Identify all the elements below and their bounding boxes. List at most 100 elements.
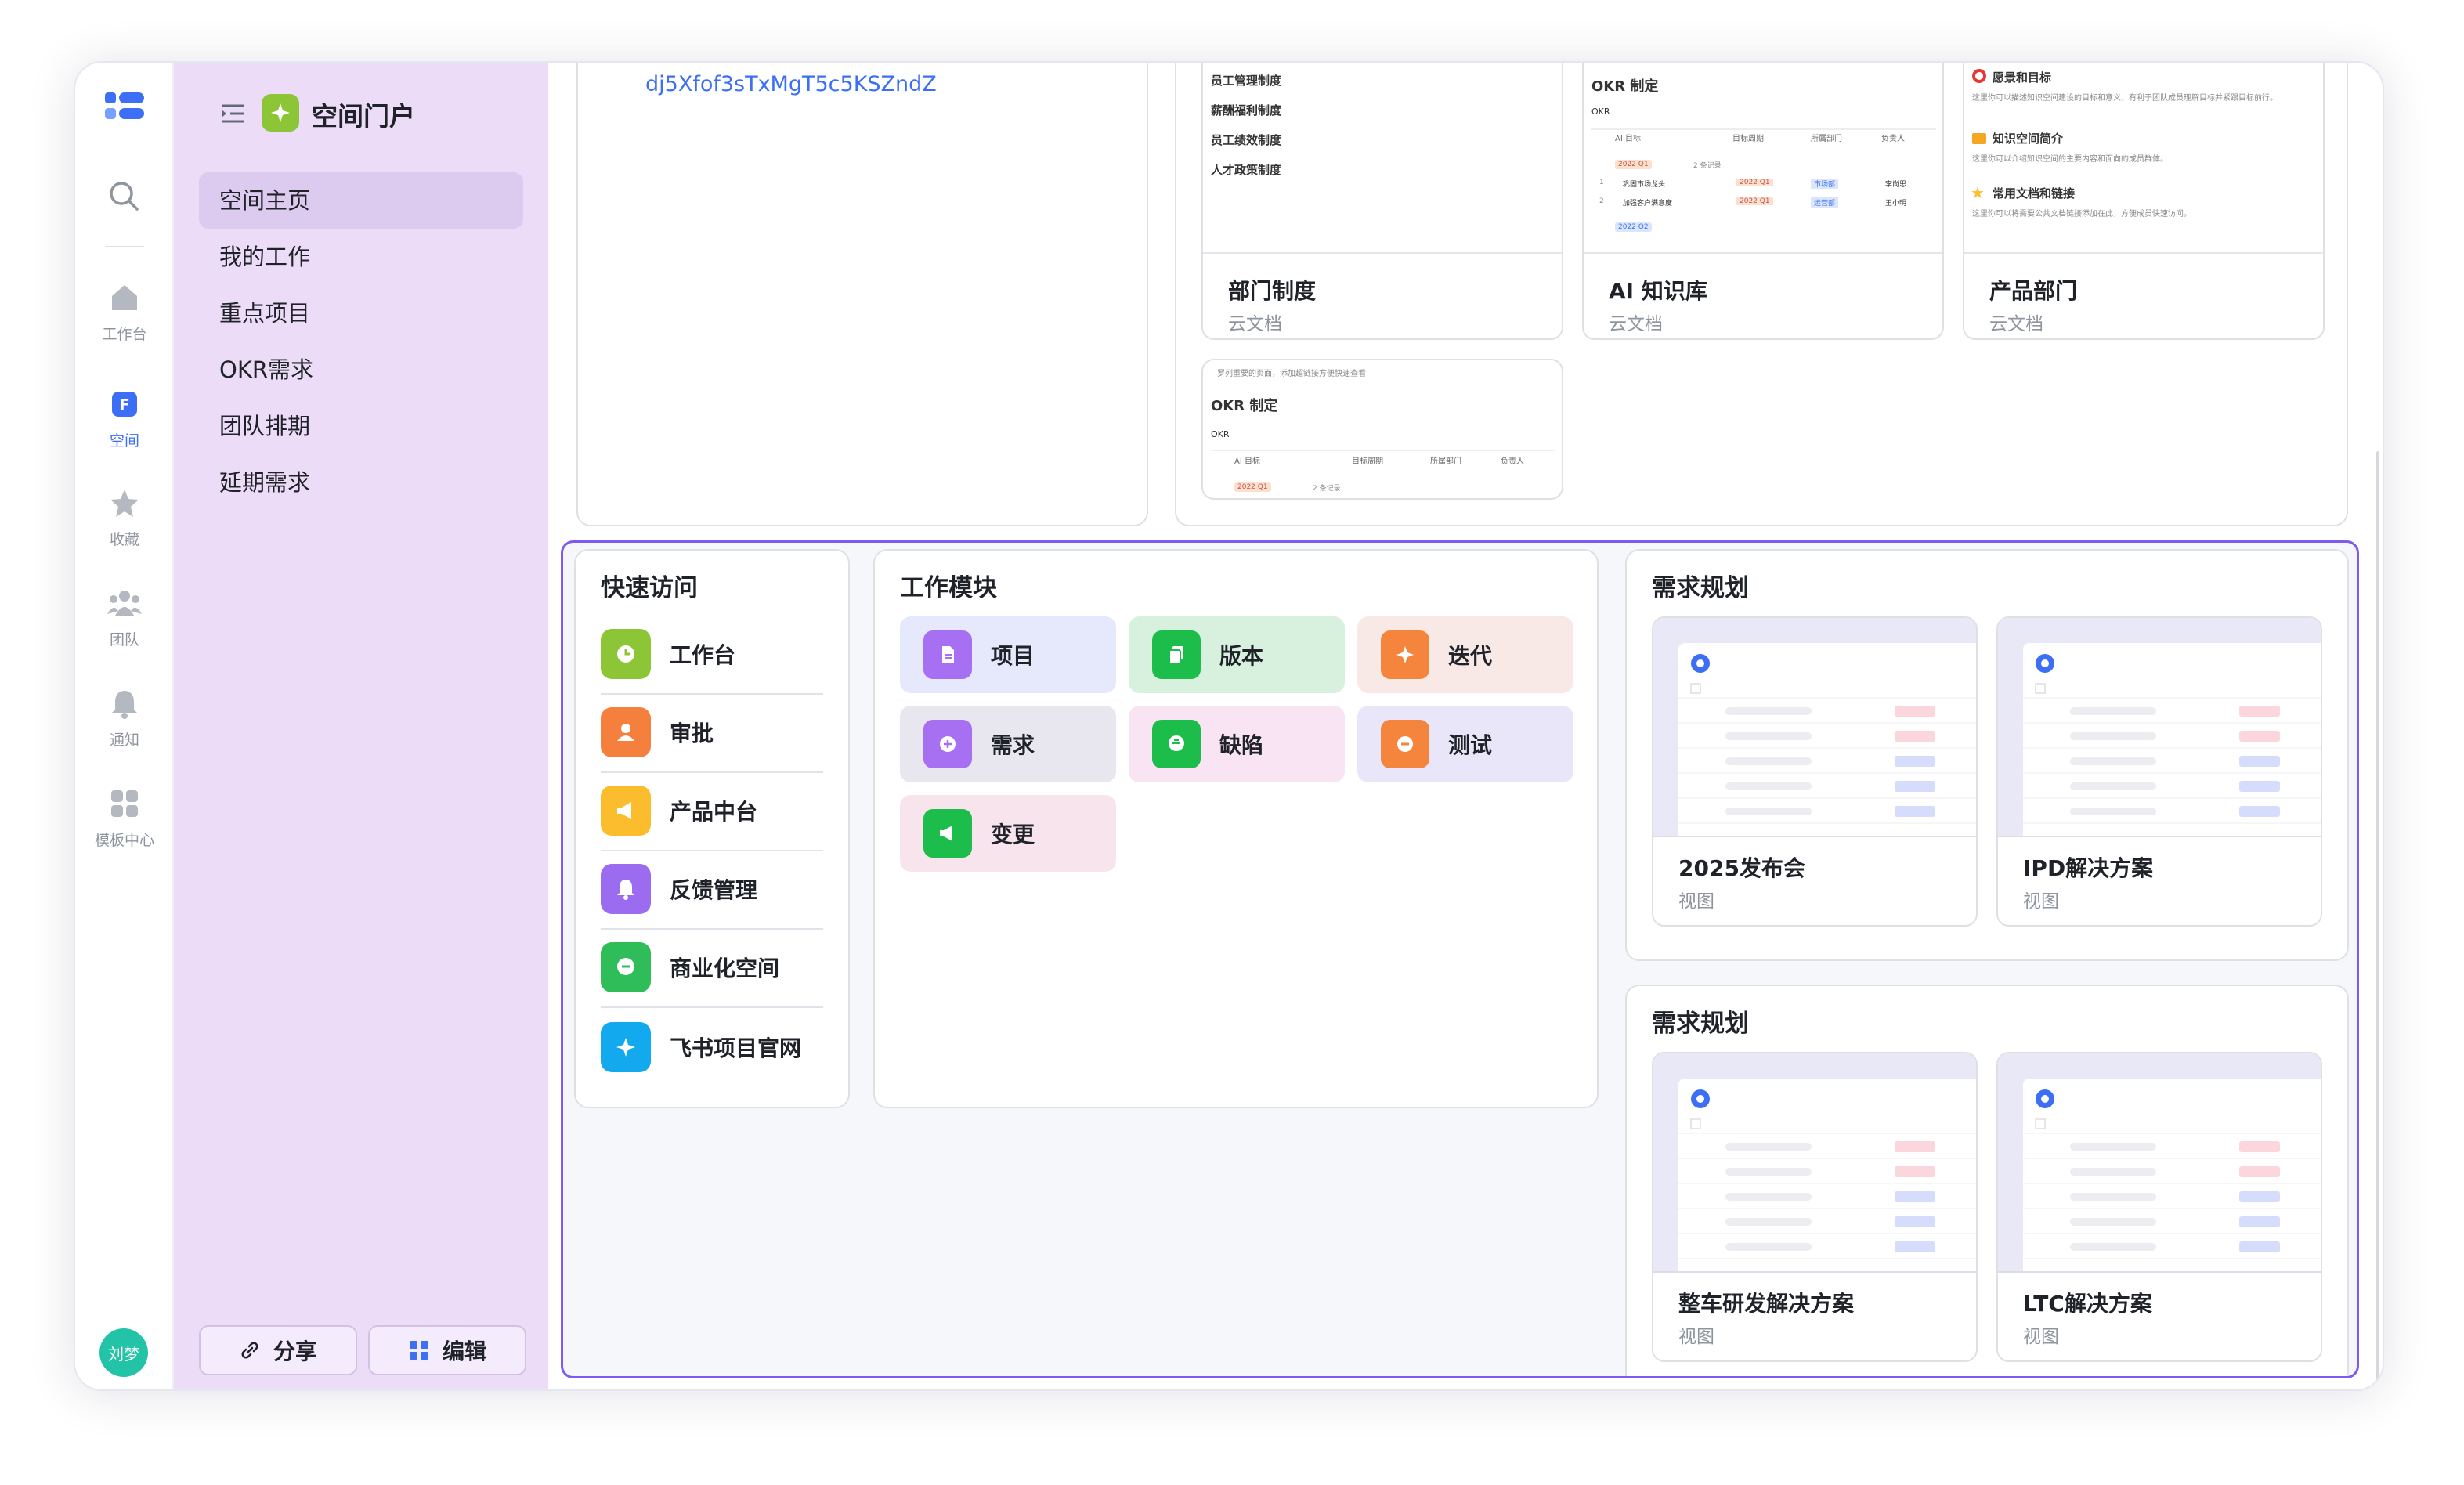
module-requirement[interactable]: 需求 xyxy=(900,706,1116,782)
view-thumbnail xyxy=(1998,1053,2321,1273)
group-tag: 2022 Q1 xyxy=(1615,160,1652,169)
module-label: 需求 xyxy=(991,732,1035,758)
nav-team-label: 团队 xyxy=(109,631,139,649)
row-goal: 巩固市场龙头 xyxy=(1623,181,1666,189)
quick-access-panel: 快速访问 工作台 审批 产品中台 反馈管理 商业化空间 飞书项目官网 xyxy=(574,549,850,1108)
module-defect[interactable]: 缺陷 xyxy=(1129,706,1345,782)
app-window: 工作台 F 空间 收藏 团队 通知 模板中心 刘梦 空间门户 空间主页 我的工作… xyxy=(74,61,2384,1391)
view-card-type: 视图 xyxy=(1678,1327,1714,1347)
sidebar-item-schedule[interactable]: 团队排期 xyxy=(199,398,523,454)
col-header: 目标周期 xyxy=(1732,135,1764,143)
sidebar-item-home[interactable]: 空间主页 xyxy=(199,172,523,229)
doc-card-dept-rules[interactable]: 员工管理制度 薪酬福利制度 员工绩效制度 人才政策制度 部门制度 云文档 xyxy=(1201,63,1563,340)
view-card[interactable]: 2025发布会 视图 xyxy=(1652,616,1978,927)
quick-link-website[interactable]: 飞书项目官网 xyxy=(601,1008,823,1086)
group-tag: 2022 Q1 xyxy=(1234,482,1271,492)
link-icon xyxy=(241,1342,258,1359)
chat-icon xyxy=(601,942,651,992)
view-thumbnail xyxy=(1653,1053,1976,1273)
nav-favorites[interactable]: 收藏 xyxy=(75,487,174,549)
doc-card-type: 云文档 xyxy=(1989,314,2043,334)
view-card[interactable]: IPD解决方案 视图 xyxy=(1996,616,2322,927)
space-sidebar: 空间门户 空间主页 我的工作 重点项目 OKR需求 团队排期 延期需求 分享 编… xyxy=(174,63,548,1389)
view-card[interactable]: 整车研发解决方案 视图 xyxy=(1652,1052,1978,1362)
sidebar-item-key-projects[interactable]: 重点项目 xyxy=(199,285,523,341)
doc-thumbnail: 愿景和目标 这里你可以描述知识空间建设的目标和意义，有利于团队成员理解目标并紧跟… xyxy=(1964,63,2323,254)
row-owner: 王小明 xyxy=(1885,200,1907,208)
doc-line: 员工管理制度 xyxy=(1211,74,1282,88)
section-heading: 常用文档和链接 xyxy=(1993,186,2076,201)
doc-card-okr[interactable]: 罗列重要的页面，添加超链接方便快速查看 OKR 制定 OKR AI 目标 目标周… xyxy=(1201,359,1563,500)
col-header: 负责人 xyxy=(1881,135,1905,143)
scrollbar[interactable] xyxy=(2376,451,2379,1389)
nav-templates-label: 模板中心 xyxy=(94,832,154,849)
nav-notifications-label: 通知 xyxy=(109,732,139,749)
nav-space[interactable]: F 空间 xyxy=(75,388,174,450)
view-sheet-preview xyxy=(2023,643,2321,836)
sidebar-item-my-work[interactable]: 我的工作 xyxy=(199,229,523,285)
doc-link[interactable]: dj5Xfof3sTxMgT5c5KSZndZ xyxy=(645,72,937,96)
view-card-title: IPD解决方案 xyxy=(2023,855,2154,881)
selected-block[interactable]: 快速访问 工作台 审批 产品中台 反馈管理 商业化空间 飞书项目官网 工作模块 … xyxy=(561,540,2359,1378)
group-tag: 2022 Q2 xyxy=(1615,222,1652,232)
edit-button[interactable]: 编辑 xyxy=(368,1325,526,1375)
view-card-title: LTC解决方案 xyxy=(2023,1291,2152,1317)
share-label: 分享 xyxy=(273,1339,317,1364)
nav-templates[interactable]: 模板中心 xyxy=(75,788,174,850)
team-icon xyxy=(107,591,142,616)
link-panel: dj5Xfof3sTxMgT5c5KSZndZ xyxy=(576,63,1148,526)
template-grid-icon xyxy=(111,790,138,817)
module-label: 项目 xyxy=(991,643,1035,669)
view-card[interactable]: LTC解决方案 视图 xyxy=(1996,1052,2322,1362)
app-logo xyxy=(103,89,146,127)
module-change[interactable]: 变更 xyxy=(900,795,1116,872)
quick-link-commercial[interactable]: 商业化空间 xyxy=(601,928,823,1006)
row-period: 2022 Q1 xyxy=(1736,197,1773,205)
share-button[interactable]: 分享 xyxy=(199,1325,357,1375)
quick-link-approval[interactable]: 审批 xyxy=(601,693,823,771)
doc-line: 员工绩效制度 xyxy=(1211,133,1282,147)
sidebar-item-okr[interactable]: OKR需求 xyxy=(199,341,523,398)
sparkle-icon xyxy=(601,1022,651,1072)
quick-link-feedback[interactable]: 反馈管理 xyxy=(601,850,823,928)
doc-card-title: 部门制度 xyxy=(1228,278,1317,304)
bug-chat-icon xyxy=(1152,720,1201,768)
bell-icon xyxy=(601,864,651,914)
row-index: 2 xyxy=(1599,197,1604,205)
space-title: 空间门户 xyxy=(312,101,415,132)
doc-card-title: 产品部门 xyxy=(1989,278,2078,304)
quick-access-title: 快速访问 xyxy=(601,574,698,602)
view-sheet-preview xyxy=(2023,1079,2321,1271)
module-version[interactable]: 版本 xyxy=(1129,616,1345,693)
avatar[interactable]: 刘梦 xyxy=(99,1328,148,1377)
section-heading: 知识空间简介 xyxy=(1993,132,2064,146)
nav-workbench[interactable]: 工作台 xyxy=(75,282,174,344)
section-desc: 这里你可以介绍知识空间的主要内容和面向的成员群体。 xyxy=(1972,155,2168,164)
doc-line: 薪酬福利制度 xyxy=(1211,103,1282,117)
collapse-sidebar-icon[interactable] xyxy=(219,100,246,130)
module-iteration[interactable]: 迭代 xyxy=(1357,616,1573,693)
quick-link-label: 飞书项目官网 xyxy=(670,1035,802,1061)
module-label: 版本 xyxy=(1219,643,1264,669)
person-icon xyxy=(601,707,651,757)
okr-view-label: OKR xyxy=(1211,429,1230,439)
quick-link-label: 审批 xyxy=(670,721,714,746)
col-header: 所属部门 xyxy=(1811,135,1842,143)
quick-link-workbench[interactable]: 工作台 xyxy=(601,615,823,693)
col-header: AI 目标 xyxy=(1615,135,1641,143)
module-test[interactable]: 测试 xyxy=(1357,706,1573,782)
search-icon[interactable] xyxy=(107,179,141,216)
bell-icon xyxy=(112,691,137,719)
plan-title: 需求规划 xyxy=(1652,574,1749,602)
row-owner: 李尚思 xyxy=(1885,181,1907,189)
global-nav-rail: 工作台 F 空间 收藏 团队 通知 模板中心 刘梦 xyxy=(75,63,174,1389)
module-project[interactable]: 项目 xyxy=(900,616,1116,693)
nav-team[interactable]: 团队 xyxy=(75,587,174,649)
nav-notifications[interactable]: 通知 xyxy=(75,688,174,750)
sidebar-item-delayed[interactable]: 延期需求 xyxy=(199,454,523,511)
view-card-type: 视图 xyxy=(1678,891,1714,912)
quick-link-product-hub[interactable]: 产品中台 xyxy=(601,771,823,850)
doc-card-product-dept[interactable]: 愿景和目标 这里你可以描述知识空间建设的目标和意义，有利于团队成员理解目标并紧跟… xyxy=(1963,63,2325,340)
view-sheet-preview xyxy=(1678,643,1976,836)
doc-card-ai-kb[interactable]: OKR 制定 OKR AI 目标 目标周期 所属部门 负责人 2022 Q1 2… xyxy=(1582,63,1944,340)
